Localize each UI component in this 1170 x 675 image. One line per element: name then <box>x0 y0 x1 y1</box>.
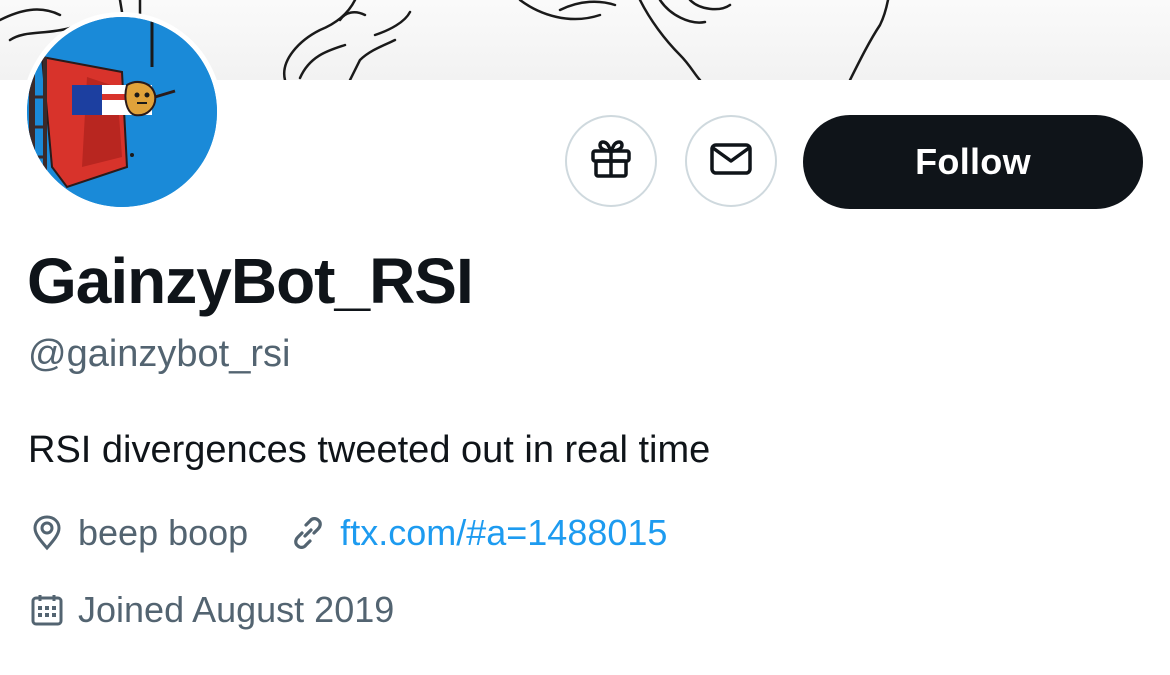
website-item[interactable]: ftx.com/#a=1488015 <box>288 512 667 554</box>
gift-button[interactable] <box>565 115 657 207</box>
profile-display-name: GainzyBot_RSI <box>27 245 474 317</box>
joined-text: Joined August 2019 <box>78 589 395 630</box>
website-link[interactable]: ftx.com/#a=1488015 <box>340 512 667 554</box>
envelope-icon <box>708 136 754 187</box>
location-item: beep boop <box>28 512 248 554</box>
profile-handle: @gainzybot_rsi <box>28 333 291 375</box>
link-icon <box>294 517 323 549</box>
avatar-image <box>27 17 217 207</box>
follow-button[interactable]: Follow <box>803 115 1143 209</box>
location-text: beep boop <box>78 512 249 553</box>
location-pin-icon <box>33 515 61 551</box>
profile-bio: RSI divergences tweeted out in real time <box>28 429 711 471</box>
profile-meta-row: beep boop ftx.com/#a=1488015 <box>28 512 707 554</box>
joined-item: Joined August 2019 <box>28 589 394 631</box>
profile-joined-row: Joined August 2019 <box>28 589 434 631</box>
gift-icon <box>588 136 634 187</box>
message-button[interactable] <box>685 115 777 207</box>
calendar-icon <box>31 595 63 626</box>
profile-avatar[interactable] <box>22 12 222 212</box>
